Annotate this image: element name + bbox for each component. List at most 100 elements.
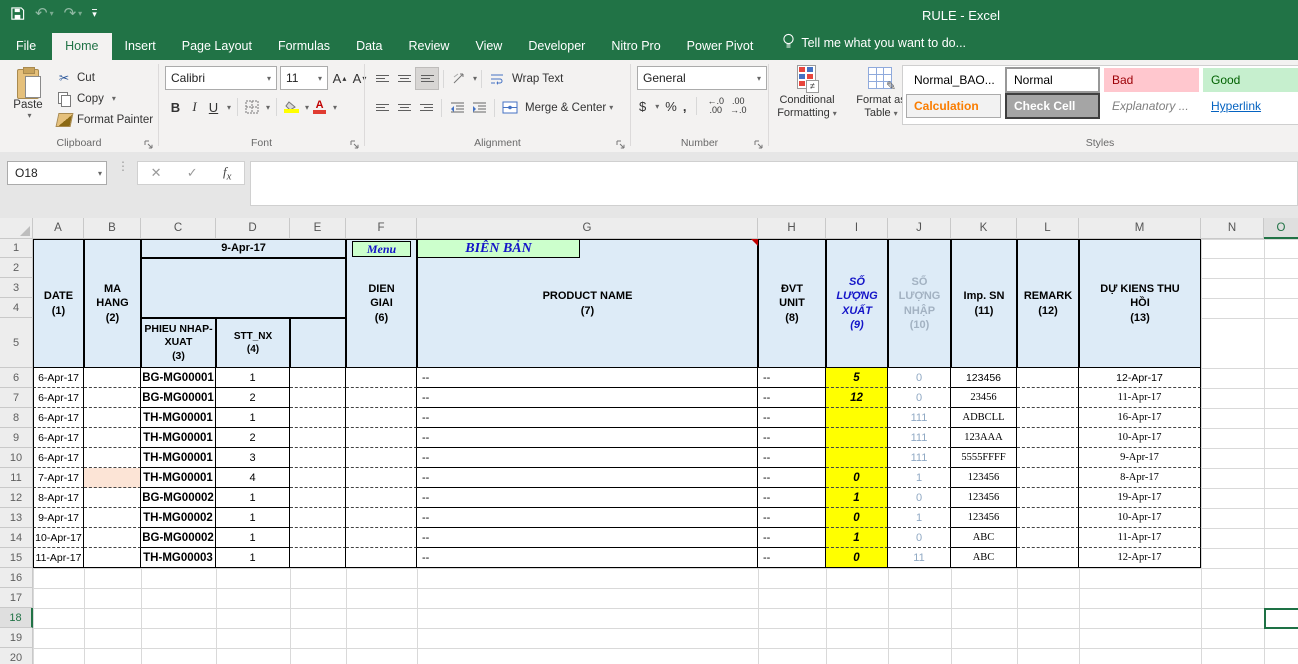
row-header-11[interactable]: 11 <box>0 468 33 488</box>
decrease-decimal-icon[interactable]: .00→.0 <box>730 97 747 115</box>
row-header-4[interactable]: 4 <box>0 298 33 318</box>
col-header-A[interactable]: A <box>33 218 84 239</box>
cell-H10[interactable]: -- <box>758 448 826 468</box>
cell-B12[interactable] <box>84 488 141 508</box>
cell-J8[interactable]: 111 <box>888 408 951 428</box>
cell-L15[interactable] <box>1017 548 1079 568</box>
header-cell-du-kien-thu-hoi[interactable]: DỰ KIENS THU HỒI (13) <box>1079 239 1201 368</box>
cell-I13[interactable]: 0 <box>826 508 888 528</box>
cell-D8[interactable]: 1 <box>216 408 290 428</box>
col-header-J[interactable]: J <box>888 218 951 239</box>
cell-G6[interactable]: -- <box>417 368 758 388</box>
cell-G11[interactable]: -- <box>417 468 758 488</box>
tab-view[interactable]: View <box>462 33 515 60</box>
cell-B7[interactable] <box>84 388 141 408</box>
cell-A15[interactable]: 11-Apr-17 <box>33 548 84 568</box>
row-header-6[interactable]: 6 <box>0 368 33 388</box>
undo-icon[interactable]: ↶▾ <box>35 4 54 22</box>
cell-H9[interactable]: -- <box>758 428 826 448</box>
row-header-8[interactable]: 8 <box>0 408 33 428</box>
underline-button[interactable]: U <box>205 97 222 117</box>
cell-G14[interactable]: -- <box>417 528 758 548</box>
cell-C15[interactable]: TH-MG00003 <box>141 548 216 568</box>
tell-me-box[interactable]: Tell me what you want to do... <box>766 27 976 60</box>
cancel-icon[interactable]: ✕ <box>151 165 162 181</box>
cell-G13[interactable]: -- <box>417 508 758 528</box>
cell-C7[interactable]: BG-MG00001 <box>141 388 216 408</box>
style-chip-hyperlink[interactable]: Hyperlink <box>1203 94 1298 118</box>
cell-D15[interactable]: 1 <box>216 548 290 568</box>
row-header-12[interactable]: 12 <box>0 488 33 508</box>
bold-button[interactable]: B <box>167 97 184 117</box>
tab-file[interactable]: File <box>0 33 52 60</box>
col-header-G[interactable]: G <box>417 218 758 239</box>
cell-F13[interactable] <box>346 508 417 528</box>
style-chip-normal[interactable]: Normal <box>1005 67 1100 93</box>
align-left-icon[interactable] <box>371 97 393 118</box>
cell-E11[interactable] <box>290 468 346 488</box>
cell-J12[interactable]: 0 <box>888 488 951 508</box>
cell-D10[interactable]: 3 <box>216 448 290 468</box>
wrap-text-icon[interactable] <box>486 68 508 89</box>
col-header-F[interactable]: F <box>346 218 417 239</box>
cell-F6[interactable] <box>346 368 417 388</box>
percent-style-icon[interactable]: % <box>665 99 677 114</box>
name-box[interactable]: O18 ▾ <box>7 161 107 185</box>
row-header-20[interactable]: 20 <box>0 648 33 664</box>
header-cell-date[interactable]: DATE (1) <box>33 239 84 368</box>
cell-J6[interactable]: 0 <box>888 368 951 388</box>
style-chip-explanatory[interactable]: Explanatory ... <box>1104 94 1199 118</box>
header-cell-so-luong-xuat[interactable]: SỐ LƯỢNG XUẤT (9) <box>826 239 888 368</box>
conditional-formatting-button[interactable]: ≠ Conditional Formatting▾ <box>771 65 843 120</box>
cell-D9[interactable]: 2 <box>216 428 290 448</box>
cell-B10[interactable] <box>84 448 141 468</box>
cell-H12[interactable]: -- <box>758 488 826 508</box>
font-name-select[interactable]: Calibri▾ <box>165 66 277 90</box>
cell-M12[interactable]: 19-Apr-17 <box>1079 488 1201 508</box>
row-header-2[interactable]: 2 <box>0 258 33 278</box>
cell-J10[interactable]: 111 <box>888 448 951 468</box>
cell-K11[interactable]: 123456 <box>951 468 1017 488</box>
cell-C13[interactable]: TH-MG00002 <box>141 508 216 528</box>
cell-M9[interactable]: 10-Apr-17 <box>1079 428 1201 448</box>
row-header-13[interactable]: 13 <box>0 508 33 528</box>
cell-I10[interactable] <box>826 448 888 468</box>
cell-D14[interactable]: 1 <box>216 528 290 548</box>
col-header-N[interactable]: N <box>1201 218 1264 239</box>
cell-C10[interactable]: TH-MG00001 <box>141 448 216 468</box>
cell-D12[interactable]: 1 <box>216 488 290 508</box>
bottom-align-icon[interactable] <box>415 67 439 90</box>
col-header-M[interactable]: M <box>1079 218 1201 239</box>
tab-home[interactable]: Home <box>52 33 111 60</box>
formula-input[interactable] <box>250 161 1298 206</box>
cell-E6[interactable] <box>290 368 346 388</box>
col-header-K[interactable]: K <box>951 218 1017 239</box>
row-header-17[interactable]: 17 <box>0 588 33 608</box>
accounting-format-icon[interactable]: $ <box>639 99 646 114</box>
cell-H8[interactable]: -- <box>758 408 826 428</box>
cell-I8[interactable] <box>826 408 888 428</box>
tab-power-pivot[interactable]: Power Pivot <box>674 33 767 60</box>
number-format-select[interactable]: General▾ <box>637 66 767 90</box>
cell-E14[interactable] <box>290 528 346 548</box>
cell-L6[interactable] <box>1017 368 1079 388</box>
font-size-select[interactable]: 11▾ <box>280 66 328 90</box>
cell-L7[interactable] <box>1017 388 1079 408</box>
increase-font-size-icon[interactable]: A▴ <box>331 68 348 88</box>
cell-J15[interactable]: 11 <box>888 548 951 568</box>
select-all-corner[interactable] <box>0 218 33 239</box>
cell-E10[interactable] <box>290 448 346 468</box>
cell-E9[interactable] <box>290 428 346 448</box>
copy-button[interactable]: Copy ▾ <box>56 88 153 109</box>
cell-M14[interactable]: 11-Apr-17 <box>1079 528 1201 548</box>
cell-D13[interactable]: 1 <box>216 508 290 528</box>
redo-icon[interactable]: ↷▾ <box>64 4 83 22</box>
decrease-indent-icon[interactable] <box>446 97 468 118</box>
header-cell-dien-giai[interactable]: DIEN GIAI (6) <box>346 239 417 368</box>
row-header-18[interactable]: 18 <box>0 608 33 628</box>
row-header-5[interactable]: 5 <box>0 318 33 368</box>
cell-F8[interactable] <box>346 408 417 428</box>
cell-M8[interactable]: 16-Apr-17 <box>1079 408 1201 428</box>
header-cell-ma-hang[interactable]: MA HANG (2) <box>84 239 141 368</box>
row-header-16[interactable]: 16 <box>0 568 33 588</box>
